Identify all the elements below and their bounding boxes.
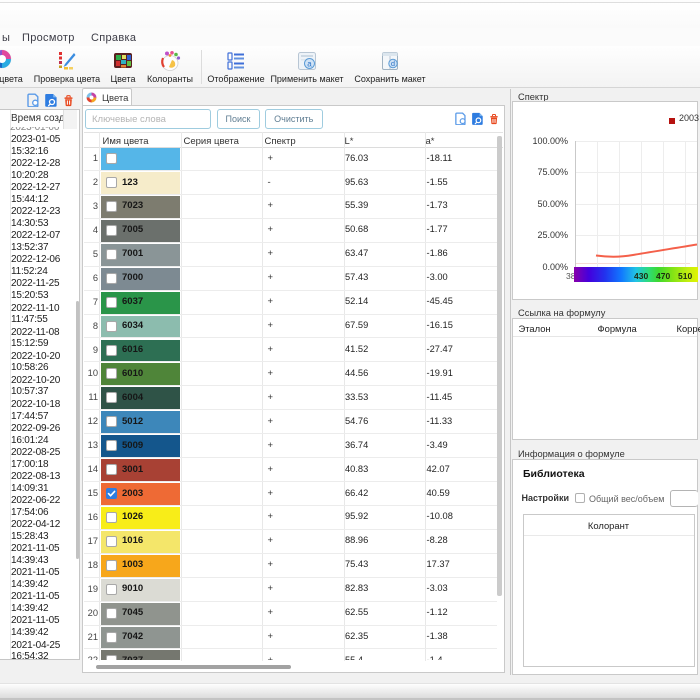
svg-text:d: d: [391, 59, 395, 68]
svg-text:a: a: [307, 60, 312, 69]
